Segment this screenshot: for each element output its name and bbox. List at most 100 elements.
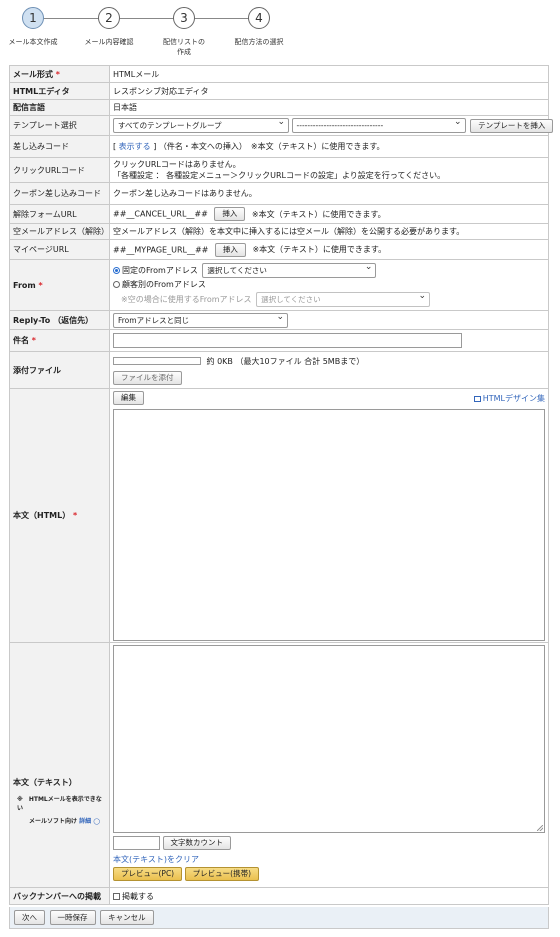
subject-input[interactable] bbox=[113, 333, 462, 348]
mypage-label: マイページURL bbox=[9, 239, 110, 260]
footer-bar: 次へ 一時保存 キャンセル bbox=[9, 907, 549, 929]
cancel-form-label: 解除フォームURL bbox=[9, 204, 110, 224]
required-mark: * bbox=[31, 336, 36, 345]
step-4-circle: 4 bbox=[248, 7, 270, 29]
char-count-input[interactable] bbox=[113, 836, 160, 850]
merge-code-note: （件名・本文への挿入） ※本文（テキスト）に使用できます。 bbox=[158, 142, 385, 151]
row-cancel-form: 解除フォームURL ##__CANCEL_URL__## 挿入 ※本文（テキスト… bbox=[9, 204, 549, 224]
template-group-select[interactable]: すべてのテンプレートグループ bbox=[113, 118, 289, 133]
char-count-button[interactable]: 文字数カウント bbox=[162, 836, 232, 850]
html-editor-value: レスポンシブ対応エディタ bbox=[109, 82, 549, 100]
row-subject: 件名 * bbox=[9, 329, 549, 352]
body-text-note2: メールソフト向け bbox=[29, 818, 78, 825]
html-design-link[interactable]: HTMLデザイン集 bbox=[473, 393, 545, 404]
step-1-circle: 1 bbox=[22, 7, 44, 29]
insert-template-button[interactable]: テンプレートを挿入 bbox=[470, 118, 554, 133]
edit-html-button[interactable]: 編集 bbox=[113, 391, 144, 405]
row-body-html: 本文（HTML） * 編集 HTMLデザイン集 bbox=[9, 388, 549, 643]
step-connector-line bbox=[33, 18, 259, 19]
row-from: From * 固定のFromアドレス 選択してください 顧客別のFromアドレス… bbox=[9, 259, 549, 311]
customer-from-radio[interactable] bbox=[113, 281, 120, 288]
row-backnumber: バックナンバーへの掲載 掲載する bbox=[9, 887, 549, 905]
empty-from-select[interactable]: 選択してください bbox=[256, 292, 431, 307]
row-mypage: マイページURL ##__MYPAGE_URL__## 挿入 ※本文（テキスト）… bbox=[9, 239, 549, 260]
save-draft-button[interactable]: 一時保存 bbox=[49, 910, 96, 925]
fixed-from-label: 固定のFromアドレス bbox=[122, 266, 198, 275]
body-html-label: 本文（HTML） bbox=[13, 511, 71, 520]
required-mark: * bbox=[73, 511, 78, 520]
step-2-circle: 2 bbox=[98, 7, 120, 29]
mail-format-label: メール形式 bbox=[13, 69, 53, 79]
fixed-from-select[interactable]: 選択してください bbox=[202, 263, 377, 278]
preview-pc-button[interactable]: プレビュー(PC) bbox=[113, 867, 183, 881]
body-text-label: 本文（テキスト） bbox=[13, 778, 77, 787]
template-label: テンプレート選択 bbox=[9, 115, 110, 136]
backnumber-label: バックナンバーへの掲載 bbox=[9, 887, 110, 905]
clear-text-link[interactable]: 本文(テキスト)をクリア bbox=[113, 854, 545, 865]
mail-format-value: HTMLメール bbox=[109, 65, 549, 83]
reply-to-select[interactable]: Fromアドレスと同じ bbox=[113, 312, 288, 328]
language-label: 配信言語 bbox=[9, 99, 110, 116]
merge-code-label: 差し込みコード bbox=[9, 135, 110, 158]
show-merge-code-link[interactable]: 表示する bbox=[119, 142, 151, 151]
row-body-text: 本文（テキスト） ※ HTMLメールを表示できない メールソフト向け 詳細 ◯ … bbox=[9, 642, 549, 888]
fixed-from-radio[interactable] bbox=[113, 267, 120, 274]
html-editor-label: HTMLエディタ bbox=[9, 82, 110, 100]
cancel-button[interactable]: キャンセル bbox=[100, 910, 154, 925]
row-merge-code: 差し込みコード [ 表示する ] （件名・本文への挿入） ※本文（テキスト）に使… bbox=[9, 135, 549, 158]
row-language: 配信言語 日本語 bbox=[9, 99, 549, 116]
row-reply-to: Reply-To （返信先） Fromアドレスと同じ bbox=[9, 310, 549, 330]
insert-mypage-url-button[interactable]: 挿入 bbox=[214, 242, 246, 257]
click-url-label: クリックURLコード bbox=[9, 157, 110, 183]
design-book-icon bbox=[473, 395, 481, 402]
html-design-label: HTMLデザイン集 bbox=[482, 394, 545, 403]
click-url-line1: クリックURLコードはありません。 bbox=[113, 160, 241, 169]
language-value: 日本語 bbox=[109, 99, 549, 116]
backnumber-checkbox-label: 掲載する bbox=[122, 891, 154, 901]
mypage-url-code: ##__MYPAGE_URL__## bbox=[113, 245, 209, 254]
preview-mobile-button[interactable]: プレビュー(携帯) bbox=[184, 867, 260, 881]
attachment-size-note: 約 0KB （最大10ファイル 合計 5MBまで） bbox=[206, 356, 365, 366]
row-empty-mail: 空メールアドレス（解除） 空メールアドレス（解除）を本文中に挿入するには空メール… bbox=[9, 223, 549, 240]
speech-bubble-icon[interactable]: ◯ bbox=[93, 818, 100, 825]
mypage-url-note: ※本文（テキスト）に使用できます。 bbox=[252, 245, 387, 254]
step-3-label: 配信リストの 作成 bbox=[163, 38, 205, 56]
html-body-preview[interactable] bbox=[113, 409, 545, 641]
empty-mail-label: 空メールアドレス（解除） bbox=[9, 223, 110, 240]
step-2-label: メール内容確認 bbox=[84, 38, 134, 46]
attach-file-button[interactable]: ファイルを添付 bbox=[113, 370, 182, 385]
from-label: From bbox=[13, 280, 36, 290]
row-coupon: クーポン差し込みコード クーポン差し込みコードはありません。 bbox=[9, 182, 549, 205]
step-4-label: 配信方法の選択 bbox=[234, 38, 284, 46]
merge-bracket-open: [ bbox=[113, 142, 117, 151]
coupon-label: クーポン差し込みコード bbox=[9, 182, 110, 205]
row-html-editor: HTMLエディタ レスポンシブ対応エディタ bbox=[9, 82, 549, 100]
row-template: テンプレート選択 すべてのテンプレートグループ ----------------… bbox=[9, 115, 554, 136]
step-1-label: メール本文作成 bbox=[8, 38, 58, 46]
click-url-line2: 「各種設定 ： 各種設定メニュー＞クリックURLコードの設定」より設定を行ってく… bbox=[113, 171, 446, 180]
required-mark: * bbox=[55, 69, 60, 79]
resize-grip-icon[interactable] bbox=[537, 825, 543, 831]
next-button[interactable]: 次へ bbox=[14, 910, 45, 925]
template-select[interactable]: -------------------------------- bbox=[291, 118, 466, 133]
insert-cancel-url-button[interactable]: 挿入 bbox=[214, 207, 246, 221]
subject-label: 件名 bbox=[13, 336, 29, 345]
row-mail-format: メール形式 * HTMLメール bbox=[9, 65, 549, 83]
row-click-url: クリックURLコード クリックURLコードはありません。 「各種設定 ： 各種設… bbox=[9, 157, 549, 183]
reply-to-label: Reply-To （返信先） bbox=[9, 310, 110, 330]
step-3-circle: 3 bbox=[173, 7, 195, 29]
detail-link[interactable]: 詳細 bbox=[79, 818, 91, 825]
empty-mail-value: 空メールアドレス（解除）を本文中に挿入するには空メール（解除）を公開する必要があ… bbox=[109, 223, 549, 240]
merge-bracket-close: ] bbox=[153, 142, 157, 151]
required-mark: * bbox=[38, 280, 43, 290]
mail-form-table: メール形式 * HTMLメール HTMLエディタ レスポンシブ対応エディタ 配信… bbox=[9, 65, 554, 905]
customer-from-label: 顧客別のFromアドレス bbox=[122, 280, 206, 289]
coupon-value: クーポン差し込みコードはありません。 bbox=[109, 182, 549, 205]
body-text-note: ※ HTMLメールを表示できない bbox=[17, 796, 102, 812]
row-attachment: 添付ファイル 約 0KB （最大10ファイル 合計 5MBまで） ファイルを添付 bbox=[9, 351, 549, 389]
empty-from-note: ※空の場合に使用するFromアドレス bbox=[121, 295, 252, 304]
backnumber-checkbox[interactable] bbox=[113, 892, 120, 900]
cancel-url-note: ※本文（テキスト）に使用できます。 bbox=[251, 209, 386, 219]
cancel-url-code: ##__CANCEL_URL__## bbox=[113, 209, 208, 219]
text-body-textarea[interactable] bbox=[113, 645, 545, 833]
